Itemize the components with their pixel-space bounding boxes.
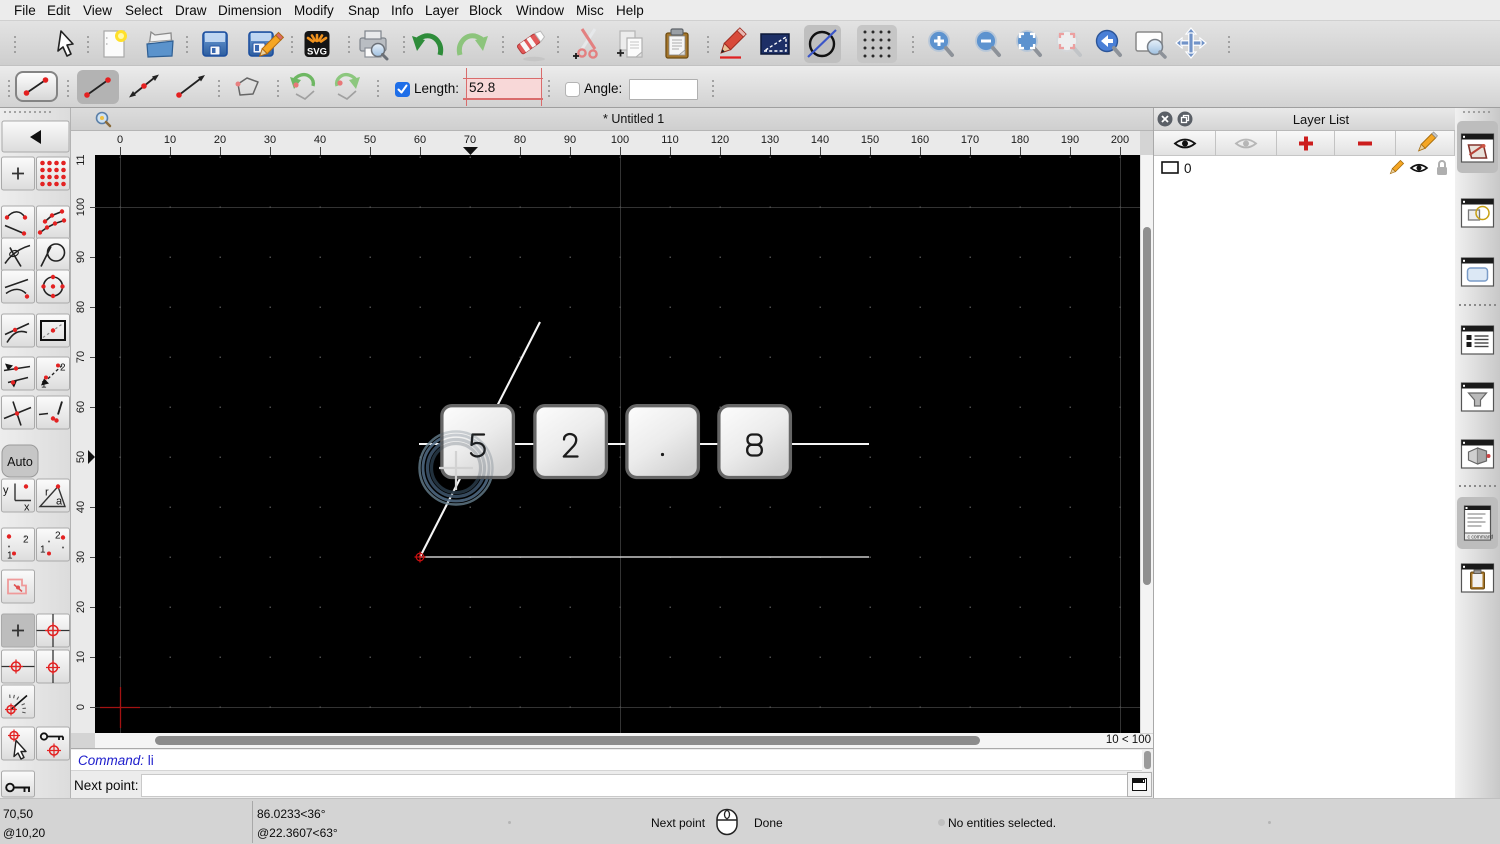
svg-text:50: 50 bbox=[364, 134, 376, 146]
svg-text:r: r bbox=[45, 487, 49, 499]
svg-text:x: x bbox=[24, 502, 30, 514]
svg-text:50: 50 bbox=[75, 451, 87, 463]
svg-text:90: 90 bbox=[564, 134, 576, 146]
svg-text:40: 40 bbox=[314, 134, 326, 146]
svg-text:1: 1 bbox=[40, 545, 46, 556]
svg-text:90: 90 bbox=[75, 251, 87, 263]
svg-text:110: 110 bbox=[661, 134, 679, 146]
svg-text:Auto: Auto bbox=[7, 455, 33, 469]
svg-text:y: y bbox=[3, 485, 9, 497]
svg-text:160: 160 bbox=[911, 134, 929, 146]
svg-text:170: 170 bbox=[961, 134, 979, 146]
svg-text:180: 180 bbox=[1011, 134, 1029, 146]
svg-text:110: 110 bbox=[75, 155, 87, 166]
svg-text:80: 80 bbox=[75, 301, 87, 313]
svg-text:140: 140 bbox=[811, 134, 829, 146]
svg-text:c command: c command bbox=[1468, 535, 1494, 541]
svg-text:70: 70 bbox=[464, 134, 476, 146]
svg-text:190: 190 bbox=[1061, 134, 1079, 146]
svg-text:60: 60 bbox=[75, 401, 87, 413]
svg-text:0: 0 bbox=[117, 134, 123, 146]
svg-text:2: 2 bbox=[55, 531, 61, 542]
svg-text:10: 10 bbox=[75, 651, 87, 663]
svg-text:120: 120 bbox=[711, 134, 729, 146]
svg-text:0: 0 bbox=[75, 704, 87, 710]
svg-text:40: 40 bbox=[75, 501, 87, 513]
svg-text:200: 200 bbox=[1111, 134, 1129, 146]
svg-text:150: 150 bbox=[861, 134, 879, 146]
svg-text:30: 30 bbox=[264, 134, 276, 146]
svg-text:30: 30 bbox=[75, 551, 87, 563]
svg-text:20: 20 bbox=[75, 601, 87, 613]
svg-text:1: 1 bbox=[41, 380, 47, 391]
svg-text:60: 60 bbox=[414, 134, 426, 146]
svg-text:1: 1 bbox=[7, 551, 13, 562]
svg-text:0: 0 bbox=[1184, 161, 1192, 176]
svg-text:a: a bbox=[56, 496, 63, 508]
svg-text:80: 80 bbox=[514, 134, 526, 146]
svg-text:SVG: SVG bbox=[307, 47, 327, 58]
svg-text:100: 100 bbox=[75, 198, 87, 216]
svg-text:100: 100 bbox=[611, 134, 629, 146]
svg-text:130: 130 bbox=[761, 134, 779, 146]
svg-text:2: 2 bbox=[60, 363, 66, 374]
svg-text:2: 2 bbox=[23, 535, 29, 546]
svg-text:20: 20 bbox=[214, 134, 226, 146]
svg-text:70: 70 bbox=[75, 351, 87, 363]
svg-text:10: 10 bbox=[164, 134, 176, 146]
